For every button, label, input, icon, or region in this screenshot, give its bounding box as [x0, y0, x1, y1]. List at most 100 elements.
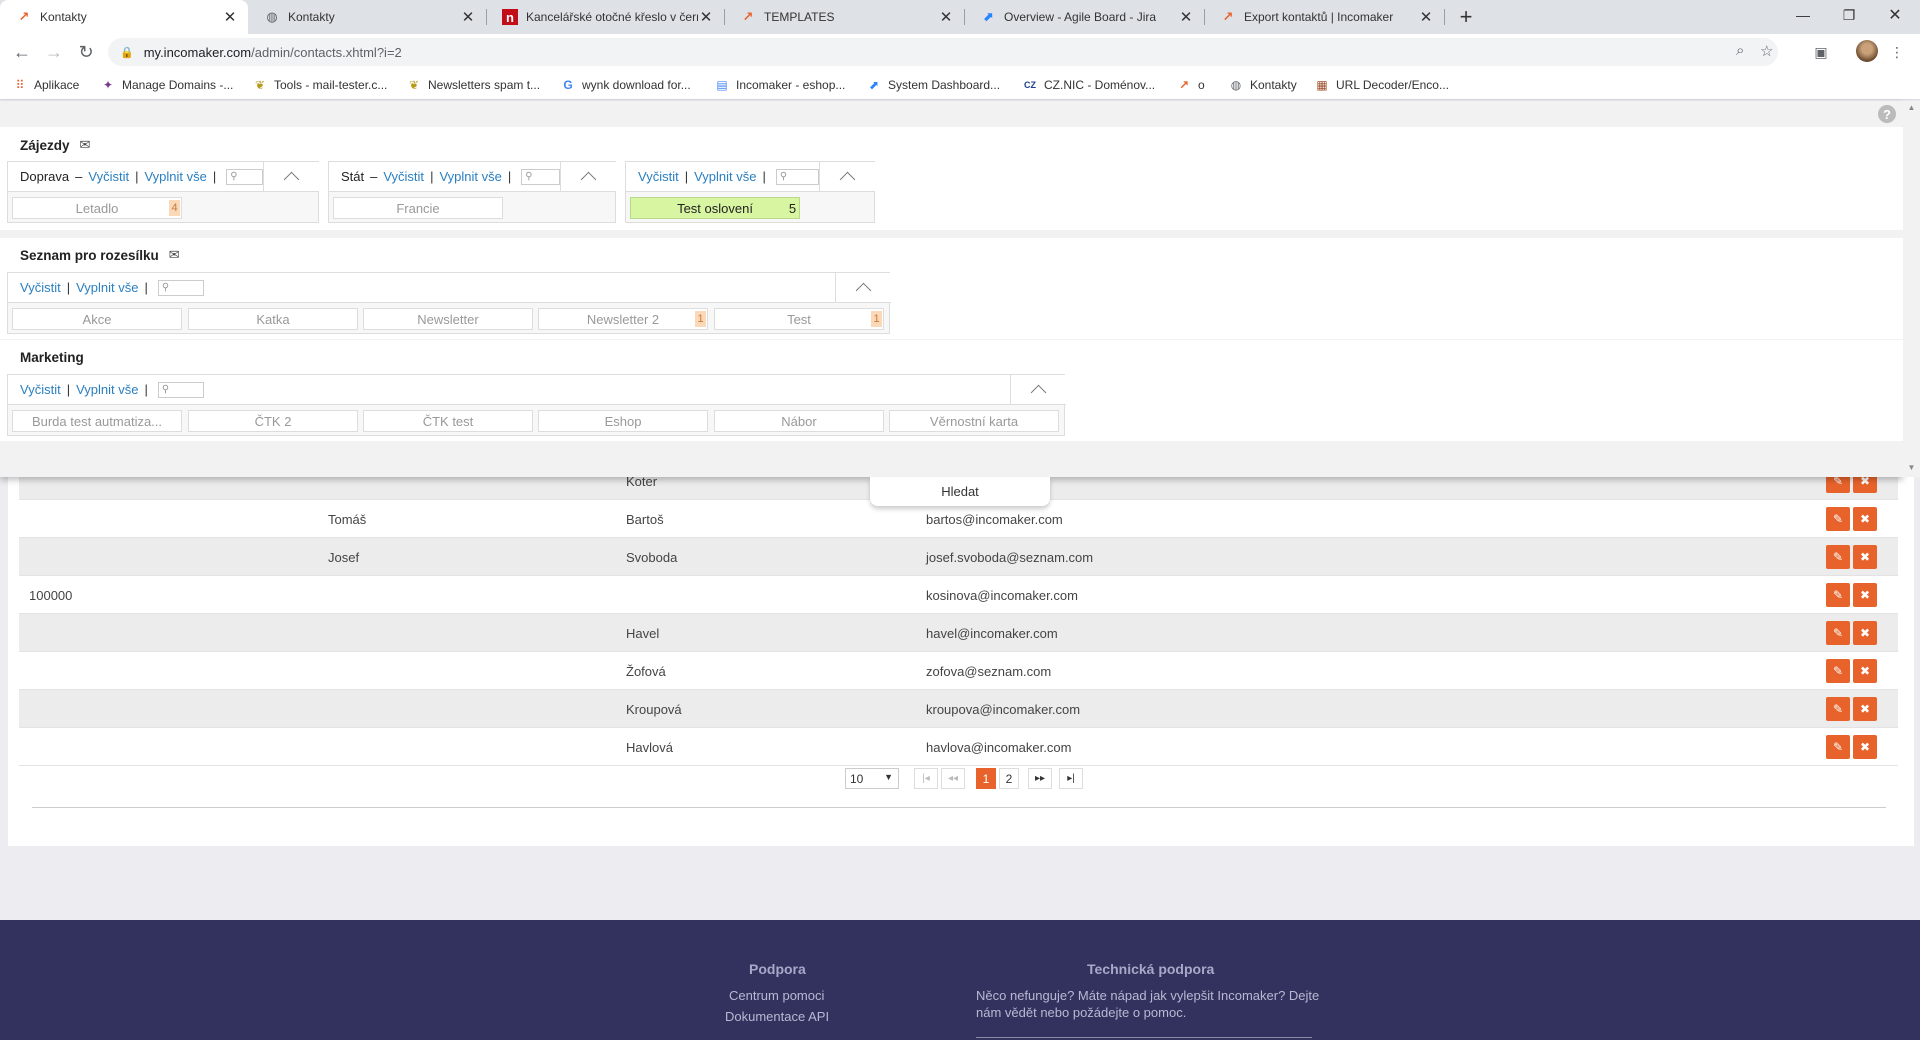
clear-link[interactable]: Vyčistit	[88, 169, 129, 184]
prev-page-button[interactable]: ◂◂	[941, 768, 965, 789]
help-icon[interactable]: ?	[1878, 105, 1896, 123]
close-icon[interactable]: ✕	[460, 8, 476, 26]
bookmark-item[interactable]: ↗ o	[1176, 76, 1205, 94]
filter-search-input[interactable]: ⚲	[521, 168, 560, 185]
tab-jira[interactable]: ⬈ Overview - Agile Board - Jira ✕	[964, 0, 1204, 34]
last-page-button[interactable]: ▸|	[1059, 768, 1083, 789]
filter-chip[interactable]: Francie	[333, 197, 503, 219]
fill-all-link[interactable]: Vyplnit vše	[76, 280, 138, 295]
fill-all-link[interactable]: Vyplnit vše	[694, 169, 756, 184]
delete-button[interactable]: ✖	[1853, 545, 1877, 569]
tab-kreslo[interactable]: n Kancelářské otočné křeslo v černé ✕	[486, 0, 724, 34]
bookmark-item[interactable]: ⠿ Aplikace	[12, 76, 80, 94]
bookmark-item[interactable]: ⬈ System Dashboard...	[866, 76, 1000, 94]
collapse-button[interactable]	[1010, 375, 1066, 405]
delete-button[interactable]: ✖	[1853, 621, 1877, 645]
close-icon[interactable]: ✕	[1418, 8, 1434, 26]
table-row[interactable]: Josef Svoboda josef.svoboda@seznam.com ✎…	[19, 538, 1898, 576]
delete-button[interactable]: ✖	[1853, 735, 1877, 759]
fill-all-link[interactable]: Vyplnit vše	[76, 382, 138, 397]
collapse-button[interactable]	[835, 273, 891, 303]
bookmark-item[interactable]: ▤ Incomaker - eshop...	[714, 76, 845, 94]
fill-all-link[interactable]: Vyplnit vše	[439, 169, 501, 184]
filter-search-input[interactable]: ⚲	[775, 168, 819, 185]
filter-chip[interactable]: Newsletter	[363, 308, 533, 330]
page-button-1[interactable]: 1	[976, 768, 996, 789]
next-page-button[interactable]: ▸▸	[1028, 768, 1052, 789]
footer-link-api-docs[interactable]: Dokumentace API	[725, 1009, 829, 1024]
new-tab-button[interactable]: +	[1452, 0, 1480, 34]
filter-chip[interactable]: Věrnostní karta	[889, 410, 1059, 432]
filter-search-input[interactable]: ⚲	[157, 381, 204, 398]
table-row[interactable]: Kroupová kroupova@incomaker.com ✎ ✖	[19, 690, 1898, 728]
scroll-down-icon[interactable]: ▼	[1903, 463, 1920, 472]
close-icon[interactable]: ✕	[1178, 8, 1194, 26]
filter-chip[interactable]: Katka	[188, 308, 358, 330]
filter-chip[interactable]: Eshop	[538, 410, 708, 432]
delete-button[interactable]: ✖	[1853, 659, 1877, 683]
search-button[interactable]: Hledat	[870, 477, 1050, 506]
table-row[interactable]: Havlová havlova@incomaker.com ✎ ✖	[19, 728, 1898, 766]
zoom-icon[interactable]: ⌕	[1736, 42, 1744, 59]
envelope-icon[interactable]: ✉	[80, 137, 91, 153]
filter-chip[interactable]: ČTK 2	[188, 410, 358, 432]
collapse-button[interactable]	[819, 162, 875, 192]
table-row[interactable]: Žofová zofova@seznam.com ✎ ✖	[19, 652, 1898, 690]
clear-link[interactable]: Vyčistit	[383, 169, 424, 184]
clear-link[interactable]: Vyčistit	[20, 382, 61, 397]
tab-kontakty[interactable]: ◍ Kontakty ✕	[248, 0, 486, 34]
table-row[interactable]: 100000 kosinova@incomaker.com ✎ ✖	[19, 576, 1898, 614]
restore-button[interactable]: ❐	[1826, 0, 1872, 30]
edit-button[interactable]: ✎	[1826, 583, 1850, 607]
back-button[interactable]: ←	[8, 38, 36, 66]
tab-export[interactable]: ↗ Export kontaktů | Incomaker ✕	[1204, 0, 1444, 34]
edit-button[interactable]: ✎	[1826, 697, 1850, 721]
close-icon[interactable]: ✕	[698, 8, 714, 26]
tab-kontakty-active[interactable]: ↗ Kontakty ✕	[0, 0, 248, 34]
delete-button[interactable]: ✖	[1853, 507, 1877, 531]
clear-link[interactable]: Vyčistit	[638, 169, 679, 184]
page-size-select[interactable]: 10 ▼	[845, 768, 899, 789]
menu-icon[interactable]: ⋮	[1886, 41, 1908, 63]
bookmark-item[interactable]: ❦ Tools - mail-tester.c...	[252, 76, 387, 94]
edit-button[interactable]: ✎	[1826, 735, 1850, 759]
filter-panel-scrollbar[interactable]: ▲ ▼	[1903, 101, 1920, 477]
minimize-button[interactable]: —	[1780, 0, 1826, 30]
filter-chip[interactable]: Letadlo 4	[12, 197, 182, 219]
edit-button[interactable]: ✎	[1826, 659, 1850, 683]
filter-chip[interactable]: Nábor	[714, 410, 884, 432]
forward-button[interactable]: →	[40, 38, 68, 66]
envelope-icon[interactable]: ✉	[169, 247, 180, 263]
filter-chip[interactable]: Burda test autmatiza...	[12, 410, 182, 432]
address-bar[interactable]: 🔒 my.incomaker.com/admin/contacts.xhtml?…	[108, 38, 1778, 66]
extension-icon[interactable]: ▣	[1810, 41, 1832, 63]
edit-button[interactable]: ✎	[1826, 507, 1850, 531]
bookmark-item[interactable]: ◍ Kontakty	[1228, 76, 1297, 94]
bookmark-item[interactable]: CZ CZ.NIC - Doménov...	[1022, 76, 1155, 94]
edit-button[interactable]: ✎	[1826, 545, 1850, 569]
collapse-button[interactable]	[560, 162, 616, 192]
star-icon[interactable]: ☆	[1760, 42, 1773, 60]
delete-button[interactable]: ✖	[1853, 697, 1877, 721]
bookmark-item[interactable]: ✦ Manage Domains -...	[100, 76, 233, 94]
filter-chip[interactable]: Akce	[12, 308, 182, 330]
page-button-2[interactable]: 2	[999, 768, 1019, 789]
window-close-button[interactable]: ✕	[1872, 0, 1918, 30]
fill-all-link[interactable]: Vyplnit vše	[144, 169, 206, 184]
clear-link[interactable]: Vyčistit	[20, 280, 61, 295]
filter-chip[interactable]: Newsletter 2 1	[538, 308, 708, 330]
filter-chip-selected[interactable]: Test oslovení 5	[630, 197, 800, 219]
profile-avatar[interactable]	[1856, 40, 1878, 62]
edit-button[interactable]: ✎	[1826, 621, 1850, 645]
bookmark-item[interactable]: ▦ URL Decoder/Enco...	[1314, 76, 1449, 94]
filter-chip[interactable]: Test 1	[714, 308, 884, 330]
delete-button[interactable]: ✖	[1853, 583, 1877, 607]
first-page-button[interactable]: |◂	[914, 768, 938, 789]
bookmark-item[interactable]: Gwynk download for...	[560, 76, 690, 94]
filter-chip[interactable]: ČTK test	[363, 410, 533, 432]
tab-templates[interactable]: ↗ TEMPLATES ✕	[724, 0, 964, 34]
filter-search-input[interactable]: ⚲	[157, 279, 204, 296]
filter-search-input[interactable]: ⚲	[226, 168, 263, 185]
reload-button[interactable]: ↻	[72, 38, 100, 66]
close-icon[interactable]: ✕	[222, 8, 238, 26]
